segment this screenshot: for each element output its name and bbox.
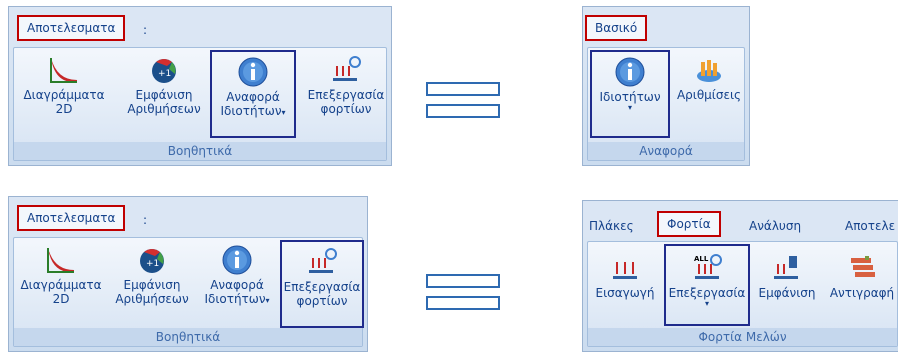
svg-text:+1: +1 bbox=[158, 69, 171, 79]
tab-results[interactable]: Αποτελε bbox=[845, 219, 895, 233]
edit-loads-label-1: Επεξεργασία bbox=[307, 88, 385, 102]
tab-slabs[interactable]: Πλάκες bbox=[589, 219, 634, 233]
diagrams-label-2: 2D bbox=[55, 102, 73, 116]
numbering-label-2: Αριθμήσεων bbox=[127, 102, 201, 116]
show-numbering-button[interactable]: +1 Εμφάνιση Αριθμήσεων bbox=[110, 244, 194, 306]
tab-results[interactable]: Αποτελεσματα bbox=[17, 205, 126, 231]
diagrams-2d-button[interactable]: Διαγράμματα 2D bbox=[16, 54, 112, 116]
edit-button[interactable]: ALL Επεξεργασία ▾ bbox=[664, 244, 750, 326]
diagrams-label-2: 2D bbox=[52, 292, 70, 306]
ribbon-panel-loads: Πλάκες Φορτία Ανάλυση Αποτελε Εισαγωγή A… bbox=[582, 200, 898, 352]
edit-loads-button[interactable]: Επεξεργασία φορτίων bbox=[280, 240, 364, 328]
numbering-ball-icon: +1 bbox=[140, 249, 164, 273]
edit-loads-label-2: φορτίων bbox=[296, 294, 348, 308]
dropdown-arrow-icon: ▾ bbox=[704, 299, 709, 308]
ribbon-panel-basic: Βασικό Ιδιοτήτων ▾ Αριθμίσεις Αναφορά bbox=[582, 6, 750, 166]
diagram-curve-icon bbox=[50, 58, 77, 83]
numbering-ball-icon: +1 bbox=[152, 59, 176, 83]
numbering-settings-icon bbox=[697, 60, 721, 82]
show-button[interactable]: Εμφάνιση bbox=[752, 252, 822, 300]
tab-results[interactable]: Αποτελεσματα bbox=[17, 15, 126, 41]
numberings-label: Αριθμίσεις bbox=[676, 88, 742, 102]
loads-edit-icon bbox=[309, 248, 337, 273]
dropdown-arrow-icon: ▾ bbox=[265, 296, 270, 305]
edit-label: Επεξεργασία bbox=[668, 286, 746, 300]
numbering-label-2: Αριθμήσεων bbox=[115, 292, 189, 306]
copy-label: Αντιγραφή bbox=[829, 286, 895, 300]
equals-bar-bottom-2 bbox=[426, 296, 500, 310]
load-show-icon bbox=[774, 256, 798, 279]
properties-label: Ιδιοτήτων bbox=[599, 90, 661, 104]
numbering-label-1: Εμφάνιση bbox=[135, 88, 193, 102]
info-icon bbox=[615, 57, 645, 87]
numberings-button[interactable]: Αριθμίσεις bbox=[672, 54, 746, 102]
tab-separator: : bbox=[143, 213, 148, 227]
group-label: Φορτία Μελών bbox=[588, 328, 897, 346]
load-insert-icon bbox=[613, 262, 637, 279]
properties-report-button[interactable]: Αναφορά Ιδιοτήτων▾ bbox=[198, 244, 276, 308]
edit-loads-button[interactable]: Επεξεργασία φορτίων bbox=[302, 54, 390, 116]
ribbon-panel-results-top: Αποτελεσματα : Διαγράμματα 2D +1 Εμφάνισ… bbox=[8, 6, 392, 166]
equals-bar-bottom-1 bbox=[426, 274, 500, 288]
dropdown-arrow-icon: ▾ bbox=[627, 103, 632, 112]
tab-basic[interactable]: Βασικό bbox=[585, 15, 648, 41]
tab-loads[interactable]: Φορτία bbox=[657, 211, 721, 237]
tab-separator: : bbox=[143, 23, 148, 37]
properties-label-2: Ιδιοτήτων bbox=[204, 292, 266, 306]
dropdown-arrow-icon: ▾ bbox=[281, 108, 286, 117]
diagrams-2d-button[interactable]: Διαγράμματα 2D bbox=[16, 244, 106, 306]
show-label: Εμφάνιση bbox=[758, 286, 816, 300]
properties-button[interactable]: Ιδιοτήτων ▾ bbox=[590, 50, 670, 138]
insert-button[interactable]: Εισαγωγή bbox=[592, 252, 658, 300]
load-copy-icon bbox=[851, 256, 875, 277]
properties-label-1: Αναφορά bbox=[226, 90, 280, 104]
equals-bar-top-1 bbox=[426, 82, 500, 96]
edit-loads-label-1: Επεξεργασία bbox=[283, 280, 361, 294]
info-icon bbox=[222, 245, 252, 275]
svg-text:+1: +1 bbox=[146, 259, 159, 269]
group-label: Αναφορά bbox=[588, 142, 744, 160]
insert-label: Εισαγωγή bbox=[595, 286, 655, 300]
numbering-label-1: Εμφάνιση bbox=[123, 278, 181, 292]
diagrams-label-1: Διαγράμματα bbox=[20, 278, 102, 292]
tab-analysis[interactable]: Ανάλυση bbox=[749, 219, 801, 233]
properties-report-button[interactable]: Αναφορά Ιδιοτήτων▾ bbox=[210, 50, 296, 138]
load-edit-all-icon: ALL bbox=[694, 254, 722, 279]
loads-edit-icon bbox=[333, 56, 361, 81]
diagram-curve-icon bbox=[47, 248, 74, 273]
equals-bar-top-2 bbox=[426, 104, 500, 118]
edit-loads-label-2: φορτίων bbox=[320, 102, 372, 116]
ribbon-body: Διαγράμματα 2D +1 Εμφάνιση Αριθμήσεων Αν… bbox=[13, 237, 364, 347]
info-icon bbox=[238, 57, 268, 87]
ribbon-body: Ιδιοτήτων ▾ Αριθμίσεις Αναφορά bbox=[587, 47, 745, 161]
ribbon-body: Εισαγωγή ALL Επεξεργασία ▾ Εμφάνιση Αντι… bbox=[587, 241, 898, 347]
ribbon-panel-results-bottom: Αποτελεσματα : Διαγράμματα 2D +1 Εμφάνισ… bbox=[8, 196, 368, 352]
diagrams-label-1: Διαγράμματα bbox=[23, 88, 105, 102]
group-label: Βοηθητικά bbox=[14, 142, 386, 160]
copy-button[interactable]: Αντιγραφή bbox=[824, 252, 898, 300]
group-label: Βοηθητικά bbox=[14, 328, 362, 346]
show-numbering-button[interactable]: +1 Εμφάνιση Αριθμήσεων bbox=[120, 54, 208, 116]
ribbon-body: Διαγράμματα 2D +1 Εμφάνιση Αριθμήσεων Αν… bbox=[13, 47, 387, 161]
properties-label-2: Ιδιοτήτων bbox=[220, 104, 282, 118]
properties-label-1: Αναφορά bbox=[210, 278, 264, 292]
svg-text:ALL: ALL bbox=[694, 255, 709, 263]
